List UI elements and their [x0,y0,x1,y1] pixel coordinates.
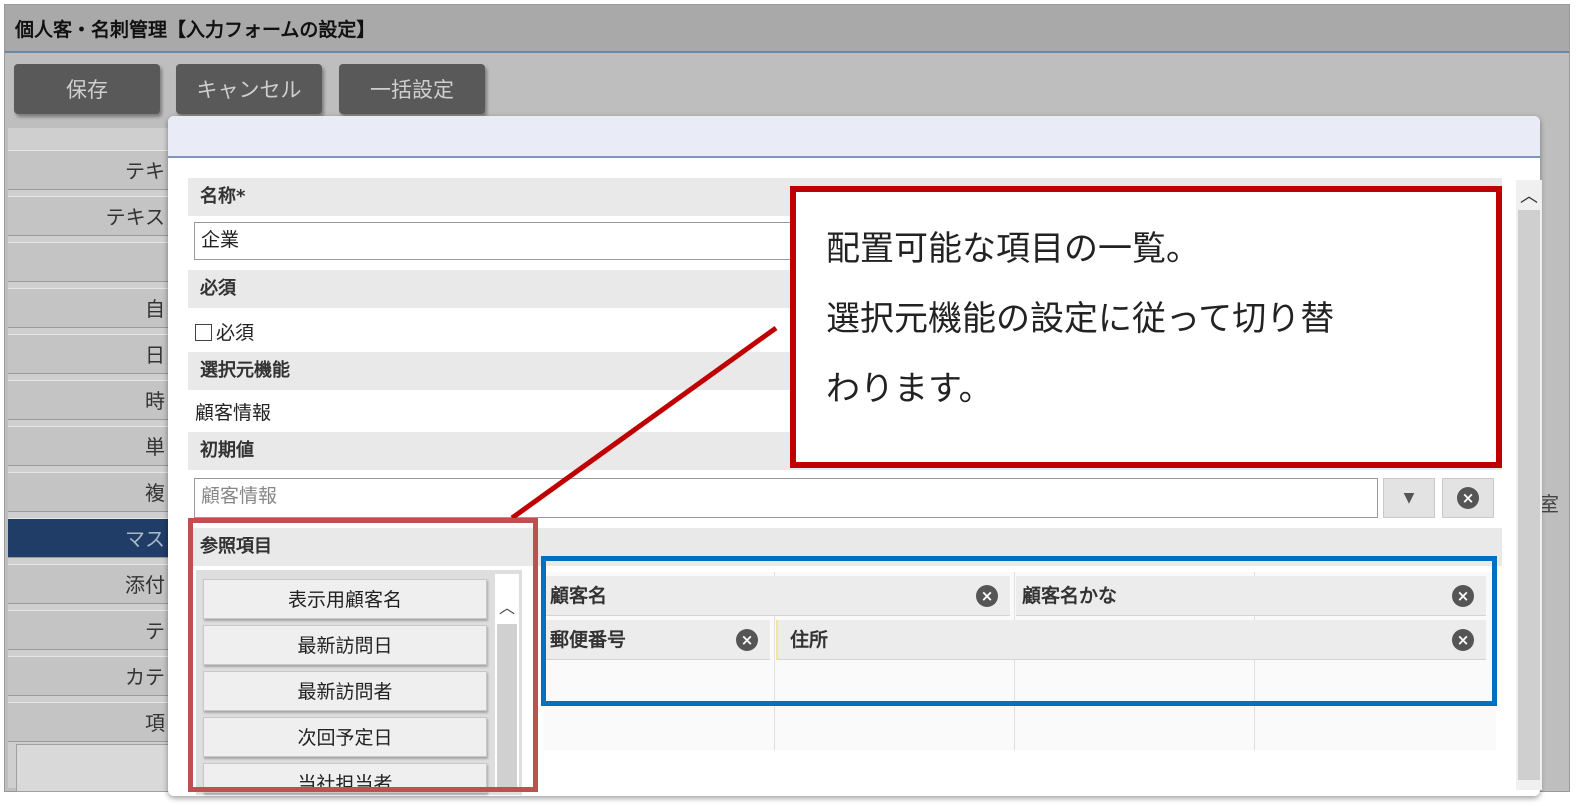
layout-highlight [541,556,1497,706]
callout-note: 配置可能な項目の一覧。 選択元機能の設定に従って切り替 わります。 [790,186,1502,468]
callout-line: 配置可能な項目の一覧。 [826,229,1200,269]
callout-line: わります。 [826,369,993,409]
callout-pointer-line [510,325,778,521]
ref-list-highlight [188,518,538,792]
callout-line: 選択元機能の設定に従って切り替 [826,299,1335,339]
